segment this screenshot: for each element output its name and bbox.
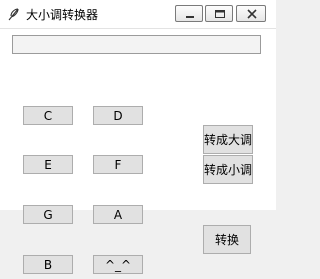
maximize-icon	[215, 10, 225, 18]
key-b-button[interactable]: B	[23, 255, 73, 274]
key-g-button[interactable]: G	[23, 205, 73, 224]
key-d-button[interactable]: D	[93, 106, 143, 125]
key-f-button[interactable]: F	[93, 155, 143, 174]
title-bar[interactable]: 大小调转换器	[0, 0, 276, 29]
key-caret-button[interactable]: ^_^	[93, 255, 143, 274]
minimize-button[interactable]	[175, 5, 203, 22]
maximize-button[interactable]	[205, 5, 233, 22]
to-major-button[interactable]: 转成大调	[203, 125, 253, 154]
minimize-icon	[186, 16, 194, 18]
key-e-button[interactable]: E	[23, 155, 73, 174]
result-display[interactable]	[12, 35, 261, 54]
convert-button[interactable]: 转换	[203, 225, 251, 254]
to-minor-button[interactable]: 转成小调	[203, 155, 253, 184]
app-window: 大小调转换器 C D E F G A B ^_^ 转成大调 转成小调 转换	[0, 0, 276, 279]
key-c-button[interactable]: C	[23, 106, 73, 125]
feather-icon	[8, 8, 19, 21]
close-icon	[247, 9, 257, 19]
key-a-button[interactable]: A	[93, 205, 143, 224]
close-button[interactable]	[236, 5, 266, 22]
window-title: 大小调转换器	[26, 8, 99, 22]
